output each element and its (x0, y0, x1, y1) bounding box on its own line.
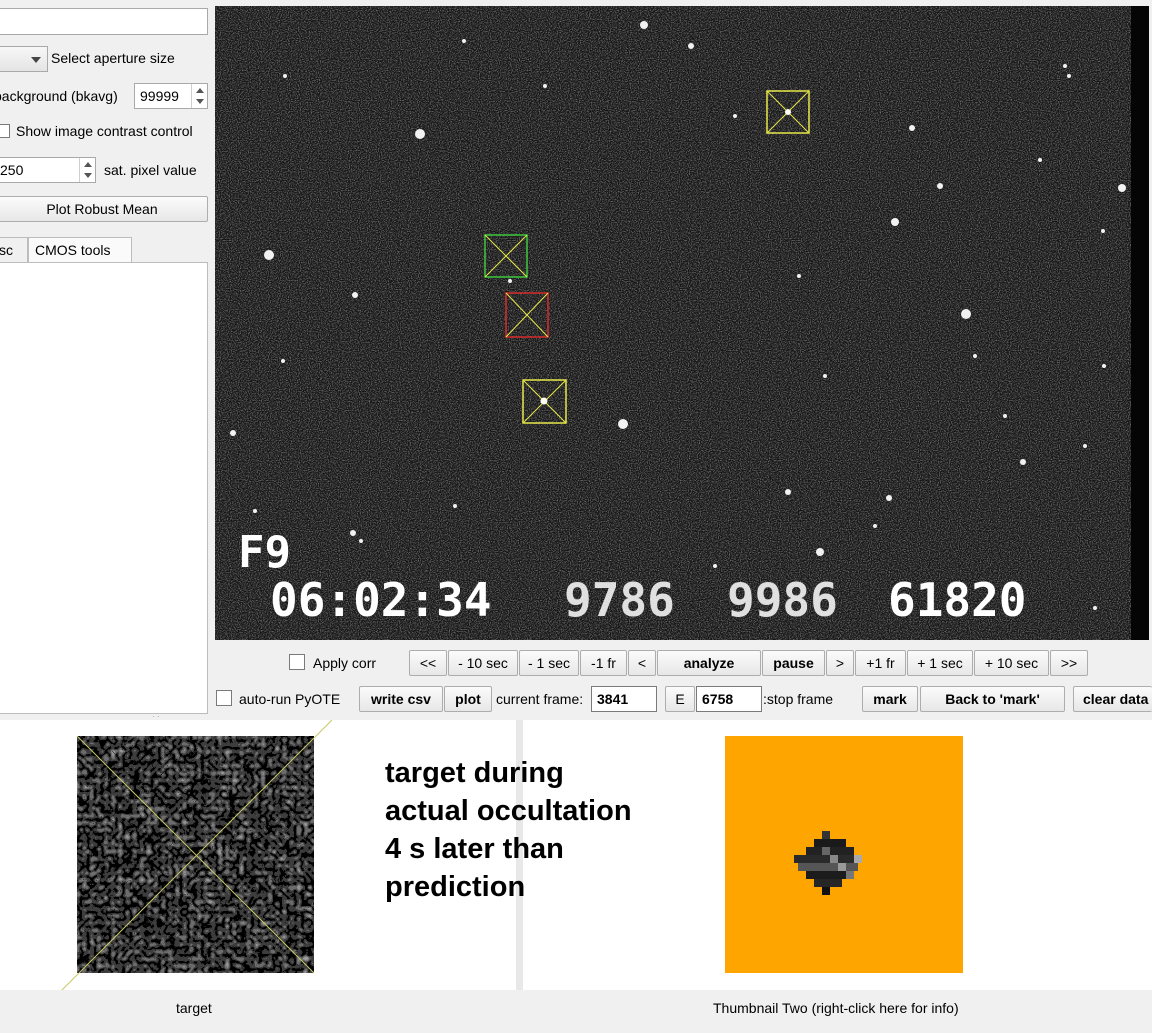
back-to-mark-button[interactable]: Back to 'mark' (920, 686, 1065, 712)
jump-end-button[interactable]: >> (1050, 650, 1088, 676)
target-thumbnail[interactable] (59, 719, 333, 993)
apply-corr-checkbox[interactable] (289, 654, 305, 670)
plus-1-frame-button[interactable]: +1 fr (855, 650, 906, 676)
spin-down-icon[interactable] (84, 173, 92, 178)
tab-misc[interactable]: sc (0, 237, 28, 263)
minus-10-sec-button[interactable]: - 10 sec (448, 650, 518, 676)
thumbnail-two[interactable] (725, 736, 963, 973)
pause-button[interactable]: pause (762, 650, 825, 676)
current-frame-label: current frame: (496, 691, 584, 707)
note-line: prediction (385, 871, 526, 903)
stop-frame-label: :stop frame (763, 691, 834, 707)
tab-content-pane (0, 262, 208, 714)
thumbnail-two-svg (794, 831, 862, 895)
write-csv-button[interactable]: write csv (359, 686, 443, 712)
note-line: target during (385, 757, 564, 789)
minus-1-frame-button[interactable]: -1 fr (580, 650, 627, 676)
overlay-number-1: 9786 (564, 573, 675, 627)
stop-frame-input[interactable]: 6758 (696, 686, 762, 712)
splitter-handle[interactable]: · · · · (152, 712, 164, 730)
plot-button[interactable]: plot (444, 686, 492, 712)
aperture-size-combo[interactable] (0, 46, 48, 72)
plus-1-sec-button[interactable]: + 1 sec (907, 650, 973, 676)
contrast-checkbox-label: Show image contrast control (16, 123, 193, 139)
masked-star-blob (794, 831, 862, 895)
plus-10-sec-button[interactable]: + 10 sec (974, 650, 1049, 676)
note-line: 4 s later than (385, 833, 564, 865)
e-button[interactable]: E (665, 686, 695, 712)
star-field-svg: F9 06:02:34 9786 9986 61820 (215, 6, 1149, 640)
target-thumbnail-svg (59, 719, 333, 993)
analyze-button[interactable]: analyze (657, 650, 761, 676)
jump-start-button[interactable]: << (409, 650, 447, 676)
spin-up-icon[interactable] (196, 88, 204, 93)
background-value: 99999 (140, 88, 179, 104)
plot-robust-mean-button[interactable]: Plot Robust Mean (0, 196, 208, 222)
auto-run-pyote-label: auto-run PyOTE (239, 691, 341, 707)
current-frame-input[interactable]: 3841 (591, 686, 657, 712)
overlay-field-label: F9 (238, 527, 291, 578)
overlay-number-2: 9986 (727, 573, 838, 627)
spin-down-icon[interactable] (196, 99, 204, 104)
step-back-button[interactable]: < (628, 650, 656, 676)
mark-button[interactable]: mark (862, 686, 918, 712)
thumbnail-two-caption[interactable]: Thumbnail Two (right-click here for info… (713, 1000, 959, 1016)
caption-bar (0, 990, 1152, 1033)
minus-1-sec-button[interactable]: - 1 sec (519, 650, 579, 676)
sat-pixel-value: 250 (0, 162, 24, 178)
spin-up-icon[interactable] (84, 162, 92, 167)
overlay-time: 06:02:34 (270, 573, 492, 627)
background-spinbox[interactable]: 99999 (134, 83, 208, 109)
annotation-note: target during actual occultation 4 s lat… (385, 754, 685, 906)
top-text-field[interactable] (0, 8, 208, 35)
sat-pixel-spinbox[interactable]: 250 (0, 157, 96, 183)
sat-pixel-label: sat. pixel value (104, 162, 197, 178)
left-panel: Select aperture size background (bkavg) … (0, 0, 214, 716)
aperture-size-label: Select aperture size (51, 50, 175, 66)
contrast-checkbox[interactable] (0, 124, 10, 138)
step-forward-button[interactable]: > (826, 650, 854, 676)
clear-data-button[interactable]: clear data (1073, 686, 1152, 712)
target-caption: target (176, 1000, 212, 1016)
video-frame-image[interactable]: F9 06:02:34 9786 9986 61820 (215, 6, 1149, 640)
chevron-down-icon (31, 57, 41, 63)
apply-corr-label: Apply corr (313, 655, 377, 671)
background-label: background (bkavg) (0, 88, 118, 104)
note-line: actual occultation (385, 795, 632, 827)
auto-run-pyote-checkbox[interactable] (216, 690, 232, 706)
overlay-number-3: 61820 (888, 573, 1026, 627)
tab-cmos-tools[interactable]: CMOS tools (28, 237, 132, 263)
